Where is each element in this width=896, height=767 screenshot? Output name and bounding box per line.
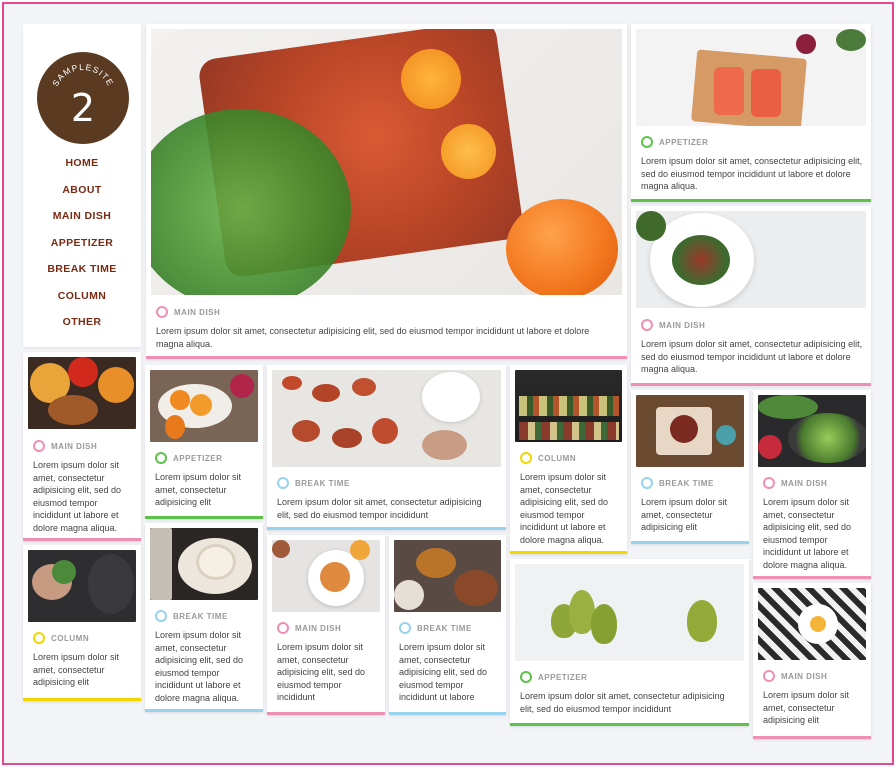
site-logo[interactable]: SAMPLESITE 2 bbox=[37, 52, 129, 144]
card-image[interactable] bbox=[636, 211, 866, 308]
card-image[interactable] bbox=[150, 528, 258, 600]
category-ring-icon bbox=[641, 136, 653, 148]
nav-break-time[interactable]: BREAK TIME bbox=[23, 256, 141, 283]
category-tag[interactable]: MAIN DISH bbox=[156, 305, 619, 319]
card-image[interactable] bbox=[28, 550, 136, 622]
category-tag[interactable]: BREAK TIME bbox=[641, 476, 741, 490]
card-pan[interactable]: MAIN DISH Lorem ipsum dolor sit amet, co… bbox=[753, 390, 871, 579]
card-image[interactable] bbox=[272, 540, 380, 612]
category-tag[interactable]: COLUMN bbox=[33, 631, 133, 645]
card-excerpt: Lorem ipsum dolor sit amet, consectetur … bbox=[155, 630, 244, 703]
card-cookies[interactable]: BREAK TIME Lorem ipsum dolor sit amet, c… bbox=[267, 365, 506, 530]
category-ring-icon bbox=[763, 477, 775, 489]
category-tag[interactable]: MAIN DISH bbox=[763, 669, 863, 683]
card-excerpt: Lorem ipsum dolor sit amet, consectetur … bbox=[641, 339, 863, 374]
card-excerpt: Lorem ipsum dolor sit amet, consectetur … bbox=[33, 460, 122, 533]
category-ring-icon bbox=[399, 622, 411, 634]
card-excerpt: Lorem ipsum dolor sit amet, consectetur … bbox=[155, 472, 242, 507]
category-ring-icon bbox=[156, 306, 168, 318]
nav-column[interactable]: COLUMN bbox=[23, 283, 141, 310]
category-tag[interactable]: MAIN DISH bbox=[641, 318, 863, 332]
category-ring-icon bbox=[641, 477, 653, 489]
category-ring-icon bbox=[33, 440, 45, 452]
card-excerpt: Lorem ipsum dolor sit amet, consectetur … bbox=[520, 472, 609, 545]
category-tag[interactable]: MAIN DISH bbox=[33, 439, 133, 453]
category-ring-icon bbox=[763, 670, 775, 682]
card-excerpt: Lorem ipsum dolor sit amet, consectetur … bbox=[277, 642, 366, 702]
card-fruit-bowl[interactable]: APPETIZER Lorem ipsum dolor sit amet, co… bbox=[145, 365, 263, 519]
category-tag[interactable]: BREAK TIME bbox=[399, 621, 498, 635]
card-excerpt: Lorem ipsum dolor sit amet, consectetur … bbox=[156, 326, 590, 349]
card-pears[interactable]: APPETIZER Lorem ipsum dolor sit amet, co… bbox=[510, 559, 749, 726]
card-burger[interactable]: BREAK TIME Lorem ipsum dolor sit amet, c… bbox=[389, 535, 506, 715]
card-shelves[interactable]: COLUMN Lorem ipsum dolor sit amet, conse… bbox=[510, 365, 627, 554]
card-salad-plate[interactable]: MAIN DISH Lorem ipsum dolor sit amet, co… bbox=[631, 206, 871, 386]
category-ring-icon bbox=[641, 319, 653, 331]
category-tag[interactable]: APPETIZER bbox=[520, 670, 741, 684]
svg-text:SAMPLESITE: SAMPLESITE bbox=[50, 62, 116, 88]
card-salmon[interactable]: APPETIZER Lorem ipsum dolor sit amet, co… bbox=[631, 24, 871, 202]
category-ring-icon bbox=[155, 610, 167, 622]
card-image[interactable] bbox=[636, 395, 744, 467]
card-hero[interactable]: MAIN DISH Lorem ipsum dolor sit amet, co… bbox=[146, 24, 627, 359]
card-cup[interactable]: BREAK TIME Lorem ipsum dolor sit amet, c… bbox=[145, 523, 263, 712]
card-image[interactable] bbox=[28, 357, 136, 429]
card-image[interactable] bbox=[394, 540, 501, 612]
card-excerpt: Lorem ipsum dolor sit amet, consectetur … bbox=[399, 642, 488, 702]
category-ring-icon bbox=[520, 671, 532, 683]
card-coffee-top[interactable]: BREAK TIME Lorem ipsum dolor sit amet, c… bbox=[631, 390, 749, 544]
category-ring-icon bbox=[155, 452, 167, 464]
card-excerpt: Lorem ipsum dolor sit amet, consectetur … bbox=[520, 691, 725, 714]
category-tag[interactable]: APPETIZER bbox=[155, 451, 255, 465]
category-tag[interactable]: MAIN DISH bbox=[763, 476, 863, 490]
category-tag[interactable]: APPETIZER bbox=[641, 135, 863, 149]
card-image[interactable] bbox=[150, 370, 258, 442]
card-image[interactable] bbox=[515, 564, 744, 661]
card-excerpt: Lorem ipsum dolor sit amet, consectetur … bbox=[33, 652, 120, 687]
category-tag[interactable]: BREAK TIME bbox=[155, 609, 255, 623]
card-image[interactable] bbox=[151, 29, 622, 295]
nav-home[interactable]: HOME bbox=[23, 150, 141, 177]
category-ring-icon bbox=[277, 477, 289, 489]
nav-about[interactable]: ABOUT bbox=[23, 177, 141, 204]
category-ring-icon bbox=[33, 632, 45, 644]
nav-other[interactable]: OTHER bbox=[23, 309, 141, 336]
card-image[interactable] bbox=[272, 370, 501, 467]
category-tag[interactable]: BREAK TIME bbox=[277, 476, 498, 490]
card-veggies[interactable]: MAIN DISH Lorem ipsum dolor sit amet, co… bbox=[23, 352, 141, 541]
card-image[interactable] bbox=[758, 395, 866, 467]
card-image[interactable] bbox=[636, 29, 866, 126]
card-image[interactable] bbox=[758, 588, 866, 660]
logo-number: 2 bbox=[70, 86, 96, 130]
nav-appetizer[interactable]: APPETIZER bbox=[23, 230, 141, 257]
card-egg[interactable]: MAIN DISH Lorem ipsum dolor sit amet, co… bbox=[753, 583, 871, 739]
card-excerpt: Lorem ipsum dolor sit amet, consectetur … bbox=[763, 497, 852, 570]
category-tag[interactable]: COLUMN bbox=[520, 451, 619, 465]
card-excerpt: Lorem ipsum dolor sit amet, consectetur … bbox=[641, 156, 863, 191]
card-plate-food[interactable]: MAIN DISH Lorem ipsum dolor sit amet, co… bbox=[267, 535, 385, 715]
nav-main-dish[interactable]: MAIN DISH bbox=[23, 203, 141, 230]
card-excerpt: Lorem ipsum dolor sit amet, consectetur … bbox=[277, 497, 482, 520]
main-nav: HOME ABOUT MAIN DISH APPETIZER BREAK TIM… bbox=[23, 150, 141, 336]
card-excerpt: Lorem ipsum dolor sit amet, consectetur … bbox=[641, 497, 728, 532]
sidebar: SAMPLESITE 2 HOME ABOUT MAIN DISH APPETI… bbox=[23, 24, 141, 347]
category-ring-icon bbox=[277, 622, 289, 634]
category-ring-icon bbox=[520, 452, 532, 464]
card-image[interactable] bbox=[515, 370, 622, 442]
card-herbs-hand[interactable]: COLUMN Lorem ipsum dolor sit amet, conse… bbox=[23, 545, 141, 701]
card-excerpt: Lorem ipsum dolor sit amet, consectetur … bbox=[763, 690, 850, 725]
category-tag[interactable]: MAIN DISH bbox=[277, 621, 377, 635]
